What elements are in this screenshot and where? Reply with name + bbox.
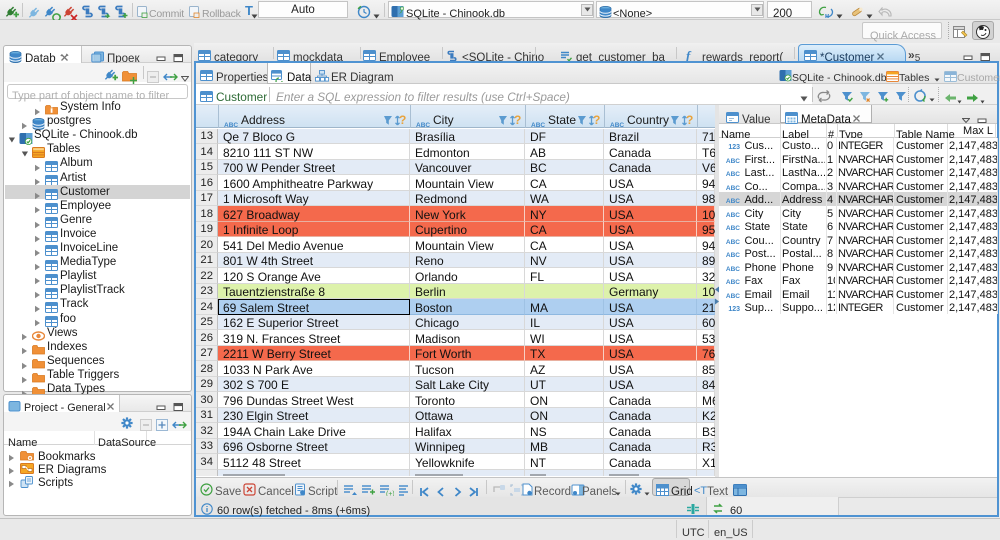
svg-text:(+): (+) <box>386 491 394 496</box>
svg-text:M: M <box>825 14 829 19</box>
